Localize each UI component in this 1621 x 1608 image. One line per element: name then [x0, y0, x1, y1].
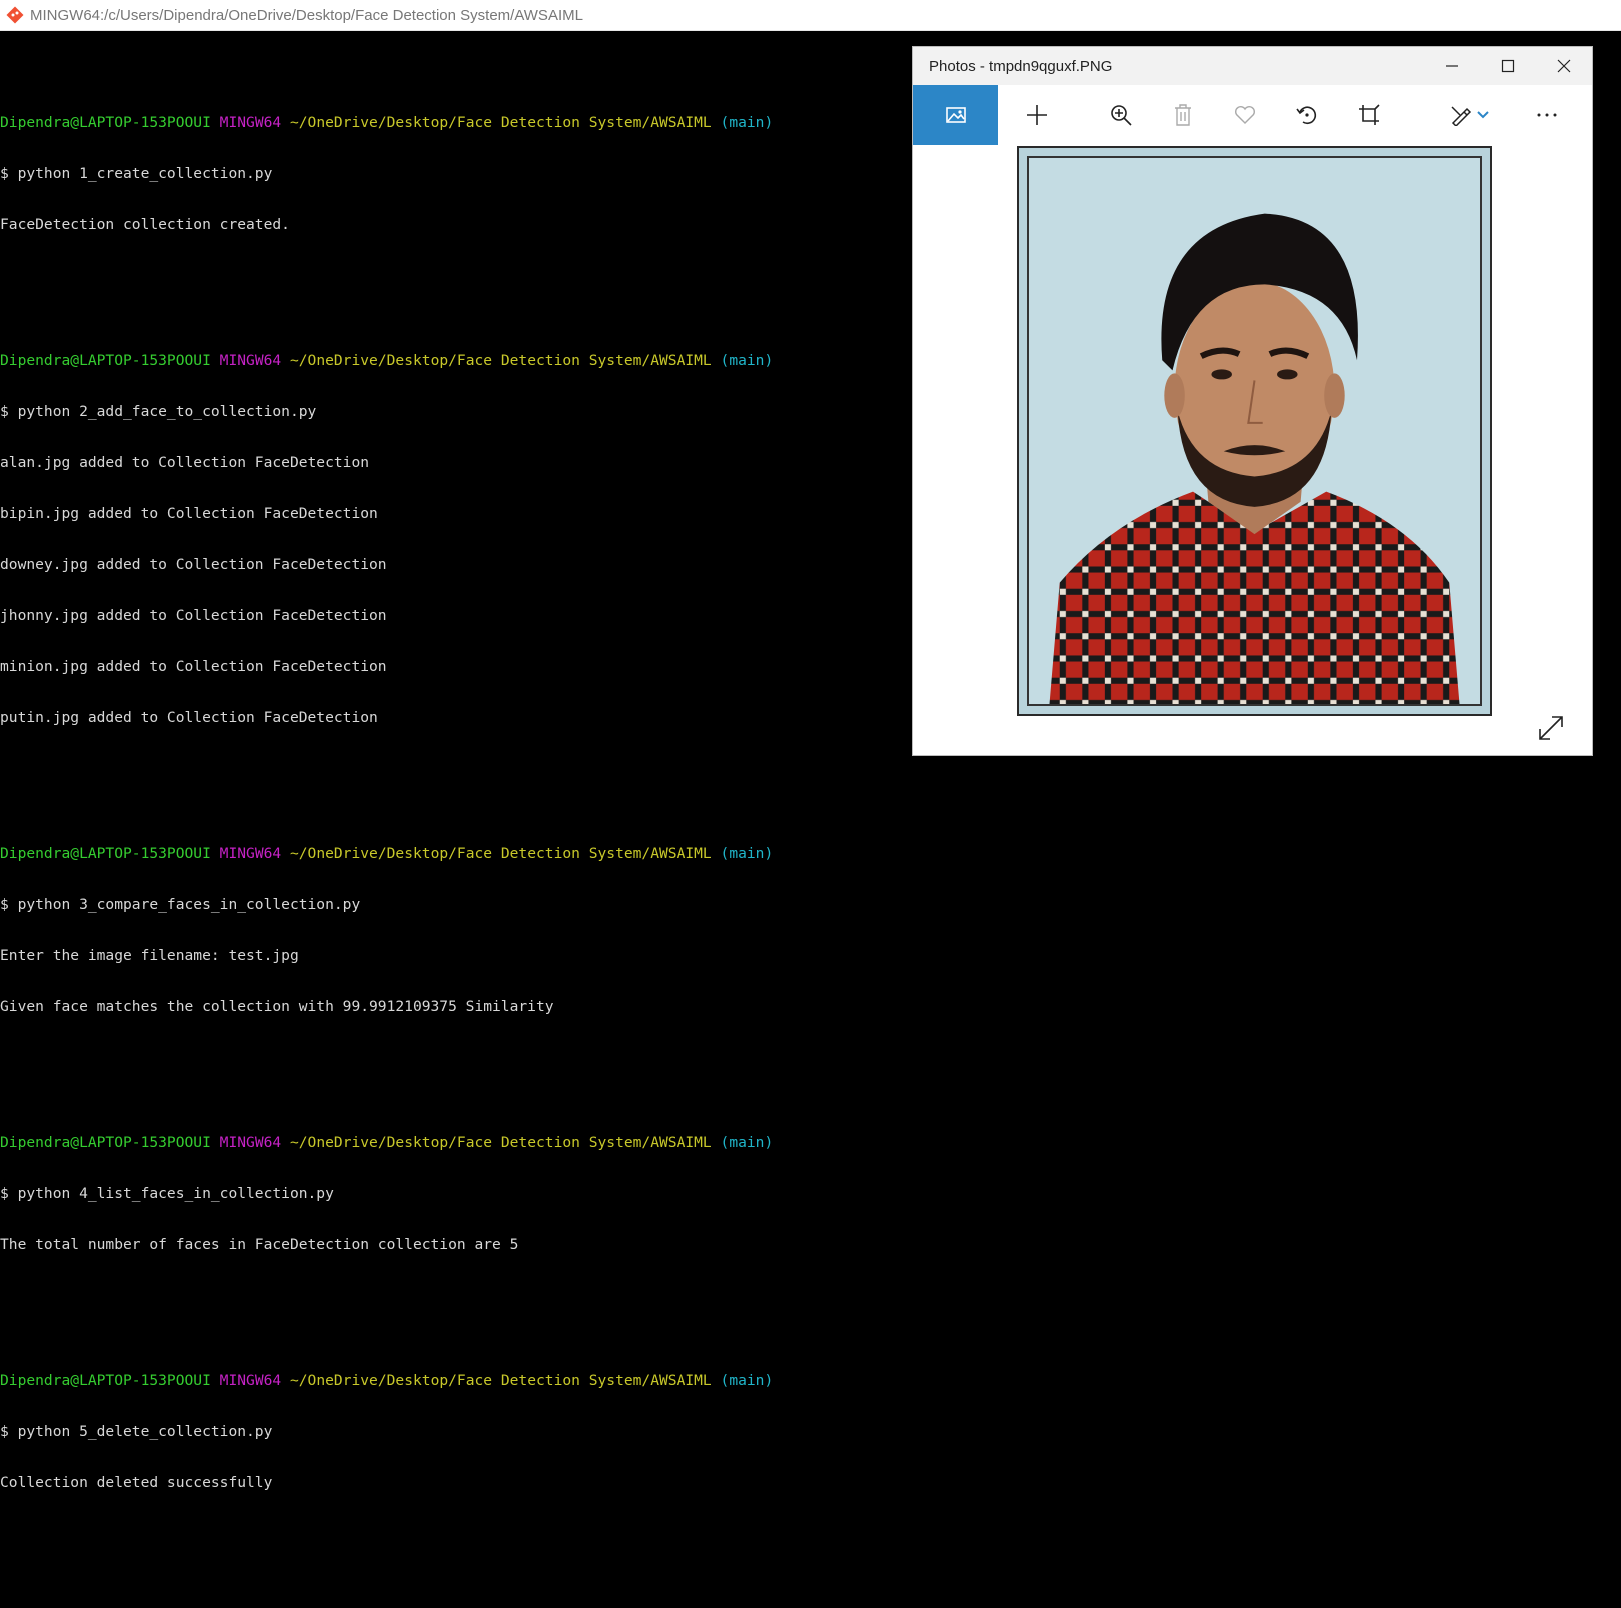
photos-title: Photos - tmpdn9qguxf.PNG — [929, 57, 1113, 75]
prompt-path: ~/OneDrive/Desktop/Face Detection System… — [289, 114, 712, 131]
command-line: $ python 5_delete_collection.py — [0, 1423, 273, 1440]
output-line: downey.jpg added to Collection FaceDetec… — [0, 556, 387, 573]
output-line: The total number of faces in FaceDetecti… — [0, 1236, 519, 1253]
output-line: Enter the image filename: test.jpg — [0, 947, 299, 964]
prompt-system: MINGW64 — [219, 1134, 282, 1151]
maximize-icon — [1501, 59, 1515, 73]
portrait-photo — [1027, 156, 1482, 706]
command-line: $ python 1_create_collection.py — [0, 165, 273, 182]
prompt-branch: (main) — [720, 352, 774, 369]
chevron-down-icon — [1477, 111, 1489, 119]
rotate-button[interactable] — [1285, 85, 1329, 145]
prompt-user: Dipendra@LAPTOP-153POOUI — [0, 1134, 211, 1151]
delete-icon — [1175, 104, 1191, 126]
prompt-system: MINGW64 — [219, 845, 282, 862]
more-button[interactable] — [1525, 85, 1569, 145]
see-all-photos-button[interactable] — [913, 85, 998, 145]
add-icon — [1027, 105, 1047, 125]
prompt-path: ~/OneDrive/Desktop/Face Detection System… — [289, 845, 712, 862]
command-line: $ python 3_compare_faces_in_collection.p… — [0, 896, 361, 913]
close-icon — [1557, 59, 1571, 73]
crop-button[interactable] — [1347, 85, 1391, 145]
favorite-button[interactable] — [1223, 85, 1267, 145]
minimize-button[interactable] — [1424, 47, 1480, 85]
image-icon — [945, 107, 966, 123]
output-line: Collection deleted successfully — [0, 1474, 273, 1491]
output-line: alan.jpg added to Collection FaceDetecti… — [0, 454, 370, 471]
zoom-in-icon — [1111, 105, 1132, 126]
prompt-path: ~/OneDrive/Desktop/Face Detection System… — [289, 1372, 712, 1389]
prompt-line: Dipendra@LAPTOP-153POOUI MINGW64 ~/OneDr… — [0, 1372, 900, 1389]
minimize-icon — [1446, 65, 1458, 67]
prompt-system: MINGW64 — [219, 114, 282, 131]
delete-button[interactable] — [1161, 85, 1205, 145]
more-icon — [1537, 113, 1557, 117]
prompt-branch: (main) — [720, 1134, 774, 1151]
prompt-line: Dipendra@LAPTOP-153POOUI MINGW64 ~/OneDr… — [0, 352, 900, 369]
git-bash-icon — [6, 6, 24, 24]
prompt-line: Dipendra@LAPTOP-153POOUI MINGW64 ~/OneDr… — [0, 845, 900, 862]
close-button[interactable] — [1536, 47, 1592, 85]
command-line: $ python 2_add_face_to_collection.py — [0, 403, 317, 420]
prompt-branch: (main) — [720, 845, 774, 862]
prompt-line: Dipendra@LAPTOP-153POOUI MINGW64 ~/OneDr… — [0, 114, 900, 131]
prompt-path: ~/OneDrive/Desktop/Face Detection System… — [289, 352, 712, 369]
prompt-user: Dipendra@LAPTOP-153POOUI — [0, 114, 211, 131]
prompt-system: MINGW64 — [219, 352, 282, 369]
zoom-button[interactable] — [1099, 85, 1143, 145]
photos-toolbar — [913, 85, 1592, 145]
prompt-user: Dipendra@LAPTOP-153POOUI — [0, 1372, 211, 1389]
terminal-titlebar: MINGW64:/c/Users/Dipendra/OneDrive/Deskt… — [0, 0, 1621, 31]
photos-titlebar: Photos - tmpdn9qguxf.PNG — [913, 47, 1592, 85]
output-line: bipin.jpg added to Collection FaceDetect… — [0, 505, 378, 522]
command-line: $ python 4_list_faces_in_collection.py — [0, 1185, 334, 1202]
output-line: FaceDetection collection created. — [0, 216, 290, 233]
displayed-photo[interactable] — [1017, 146, 1492, 716]
output-line: minion.jpg added to Collection FaceDetec… — [0, 658, 387, 675]
output-line: Given face matches the collection with 9… — [0, 998, 554, 1015]
prompt-user: Dipendra@LAPTOP-153POOUI — [0, 352, 211, 369]
prompt-user: Dipendra@LAPTOP-153POOUI — [0, 845, 211, 862]
edit-dropdown-button[interactable] — [1471, 85, 1495, 145]
terminal-output[interactable]: Dipendra@LAPTOP-153POOUI MINGW64 ~/OneDr… — [0, 46, 900, 1491]
prompt-line: Dipendra@LAPTOP-153POOUI MINGW64 ~/OneDr… — [0, 1134, 900, 1151]
prompt-branch: (main) — [720, 1372, 774, 1389]
prompt-system: MINGW64 — [219, 1372, 282, 1389]
output-line: putin.jpg added to Collection FaceDetect… — [0, 709, 378, 726]
favorite-icon — [1235, 105, 1255, 124]
portrait-illustration — [1029, 158, 1480, 704]
prompt-path: ~/OneDrive/Desktop/Face Detection System… — [289, 1134, 712, 1151]
expand-fullscreen-icon[interactable] — [1538, 715, 1564, 741]
terminal-title: MINGW64:/c/Users/Dipendra/OneDrive/Deskt… — [30, 6, 583, 24]
maximize-button[interactable] — [1480, 47, 1536, 85]
edit-draw-icon — [1451, 106, 1472, 126]
photos-window: Photos - tmpdn9qguxf.PNG — [912, 46, 1593, 756]
add-button[interactable] — [1015, 85, 1059, 145]
output-line: jhonny.jpg added to Collection FaceDetec… — [0, 607, 387, 624]
crop-icon — [1359, 104, 1380, 125]
rotate-icon — [1296, 106, 1317, 125]
prompt-branch: (main) — [720, 114, 774, 131]
